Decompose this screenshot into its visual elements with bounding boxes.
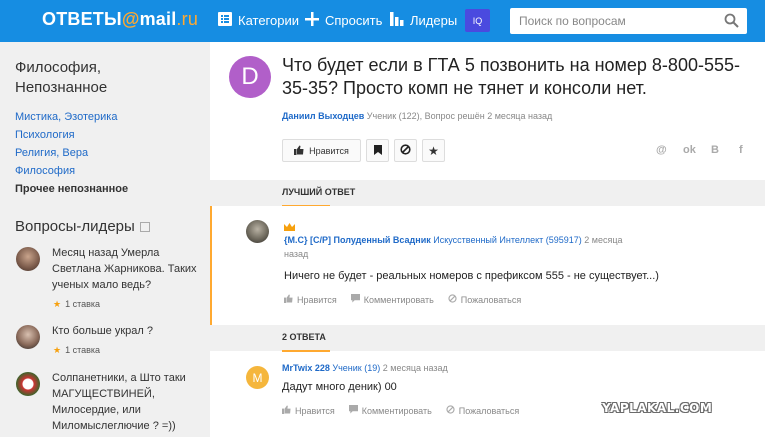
nav-leaders-label: Лидеры — [410, 13, 458, 28]
answers-header: 2 ОТВЕТА — [210, 325, 765, 352]
category-links: Мистика, Эзотерика Психология Религия, В… — [15, 108, 128, 198]
nav-ask[interactable]: Спросить — [305, 12, 382, 29]
question-author[interactable]: Даниил Выходцев — [282, 111, 364, 121]
question-title: Что будет если в ГТА 5 позвонить на номе… — [282, 55, 740, 98]
comment-icon — [348, 405, 358, 416]
best-answer: {M.C} [C/P] Полуденный Всадник Искусстве… — [210, 206, 765, 326]
like-action[interactable]: Нравится — [284, 294, 337, 305]
main-content: D Что будет если в ГТА 5 позвонить на но… — [210, 42, 765, 437]
bar-chart-icon — [390, 12, 404, 29]
sidebar-link-mysticism[interactable]: Мистика, Эзотерика — [15, 108, 128, 126]
leader-question[interactable]: Солпанетники, а Што таки МАГУЩЕСТВИНЕЙ, … — [52, 370, 207, 434]
report-icon — [448, 294, 457, 305]
avatar — [16, 372, 40, 396]
share-mail-icon[interactable]: @ — [656, 144, 667, 156]
search-box — [510, 8, 747, 34]
stake-count: ★ 1 ставка — [53, 299, 101, 309]
answer-time: 2 месяца назад — [382, 363, 448, 373]
answer-actions: Нравится Комментировать Пожаловаться — [282, 405, 533, 416]
share-vk-icon[interactable]: В — [711, 144, 719, 156]
question-meta: Даниил Выходцев Ученик (122), Вопрос реш… — [282, 111, 552, 121]
question-author-avatar[interactable]: D — [229, 56, 271, 98]
thumbs-up-icon — [284, 294, 293, 305]
report-action[interactable]: Пожаловаться — [448, 294, 521, 305]
star-button[interactable]: ★ — [422, 139, 445, 162]
plus-icon — [305, 12, 319, 29]
sidebar-link-philosophy[interactable]: Философия — [15, 162, 128, 180]
nav-leaders[interactable]: Лидеры — [390, 12, 457, 29]
bookmark-button[interactable] — [366, 139, 389, 162]
leader-question[interactable]: Кто больше украл ? — [52, 323, 207, 339]
top-bar: ОТВЕТЫ@mail.ru Категории Спросить Лидеры… — [0, 0, 765, 42]
leaders-title: Вопросы-лидеры — [15, 218, 150, 235]
comment-icon — [350, 294, 360, 305]
share-ok-icon[interactable]: ok — [683, 144, 696, 156]
nav-categories-label: Категории — [238, 13, 299, 28]
answer-rank: Искусственный Интеллект (595917) — [433, 235, 582, 245]
sidebar-link-psychology[interactable]: Психология — [15, 126, 128, 144]
star-icon: ★ — [53, 345, 62, 355]
report-action[interactable]: Пожаловаться — [446, 405, 519, 416]
nav-ask-label: Спросить — [325, 13, 383, 28]
like-action[interactable]: Нравится — [282, 405, 335, 416]
section-underline — [282, 350, 330, 352]
answer-meta: MrTwix 228 Ученик (19) 2 месяца назад — [282, 361, 622, 375]
star-icon: ★ — [53, 299, 62, 309]
stake-count: ★ 1 ставка — [53, 345, 101, 355]
thumbs-up-icon — [294, 145, 304, 157]
answers-count-label: 2 ОТВЕТА — [282, 332, 326, 342]
leader-question[interactable]: Месяц назад Умерла Светлана Жарникова. Т… — [52, 245, 207, 293]
info-icon[interactable] — [139, 222, 150, 233]
answer-rank: Ученик (19) — [332, 363, 381, 373]
answer-actions: Нравится Комментировать Пожаловаться — [284, 294, 535, 305]
answer-text: Дадут много деник) 00 — [282, 381, 397, 393]
question-author-info: Ученик (122), Вопрос решён 2 месяца наза… — [366, 111, 553, 121]
best-answer-header: ЛУЧШИЙ ОТВЕТ — [210, 180, 765, 207]
best-answer-label: ЛУЧШИЙ ОТВЕТ — [282, 187, 356, 197]
answer-author[interactable]: {M.C} [C/P] Полуденный Всадник — [284, 235, 431, 245]
thumbs-up-icon — [282, 405, 291, 416]
sidebar-link-other[interactable]: Прочее непознанное — [15, 180, 128, 198]
avatar — [16, 247, 40, 271]
sidebar: Философия, Непознанное Мистика, Эзотерик… — [0, 42, 209, 437]
search-icon[interactable] — [724, 13, 739, 33]
comment-action[interactable]: Комментировать — [350, 294, 434, 305]
category-title: Философия, Непознанное — [15, 59, 108, 96]
answer-author[interactable]: MrTwix 228 — [282, 363, 330, 373]
avatar — [16, 325, 40, 349]
star-icon: ★ — [428, 143, 439, 158]
bookmark-icon — [373, 144, 382, 157]
watermark: YAPLAKAL.COM — [602, 401, 713, 415]
sidebar-link-religion[interactable]: Религия, Вера — [15, 144, 128, 162]
like-button[interactable]: Нравится — [282, 139, 361, 162]
iq-badge[interactable]: IQ — [465, 9, 490, 32]
comment-action[interactable]: Комментировать — [348, 405, 432, 416]
site-logo[interactable]: ОТВЕТЫ@mail.ru — [42, 9, 198, 30]
avatar[interactable]: M — [246, 366, 269, 389]
block-button[interactable] — [394, 139, 417, 162]
avatar[interactable] — [246, 220, 269, 243]
share-facebook-icon[interactable]: f — [739, 144, 743, 156]
report-icon — [446, 405, 455, 416]
answer-text: Ничего не будет - реальных номеров с пре… — [284, 270, 659, 282]
answer-meta: {M.C} [C/P] Полуденный Всадник Искусстве… — [284, 233, 624, 261]
list-icon — [218, 12, 232, 29]
search-input[interactable] — [510, 8, 710, 34]
nav-categories[interactable]: Категории — [218, 12, 299, 29]
block-icon — [400, 144, 411, 157]
